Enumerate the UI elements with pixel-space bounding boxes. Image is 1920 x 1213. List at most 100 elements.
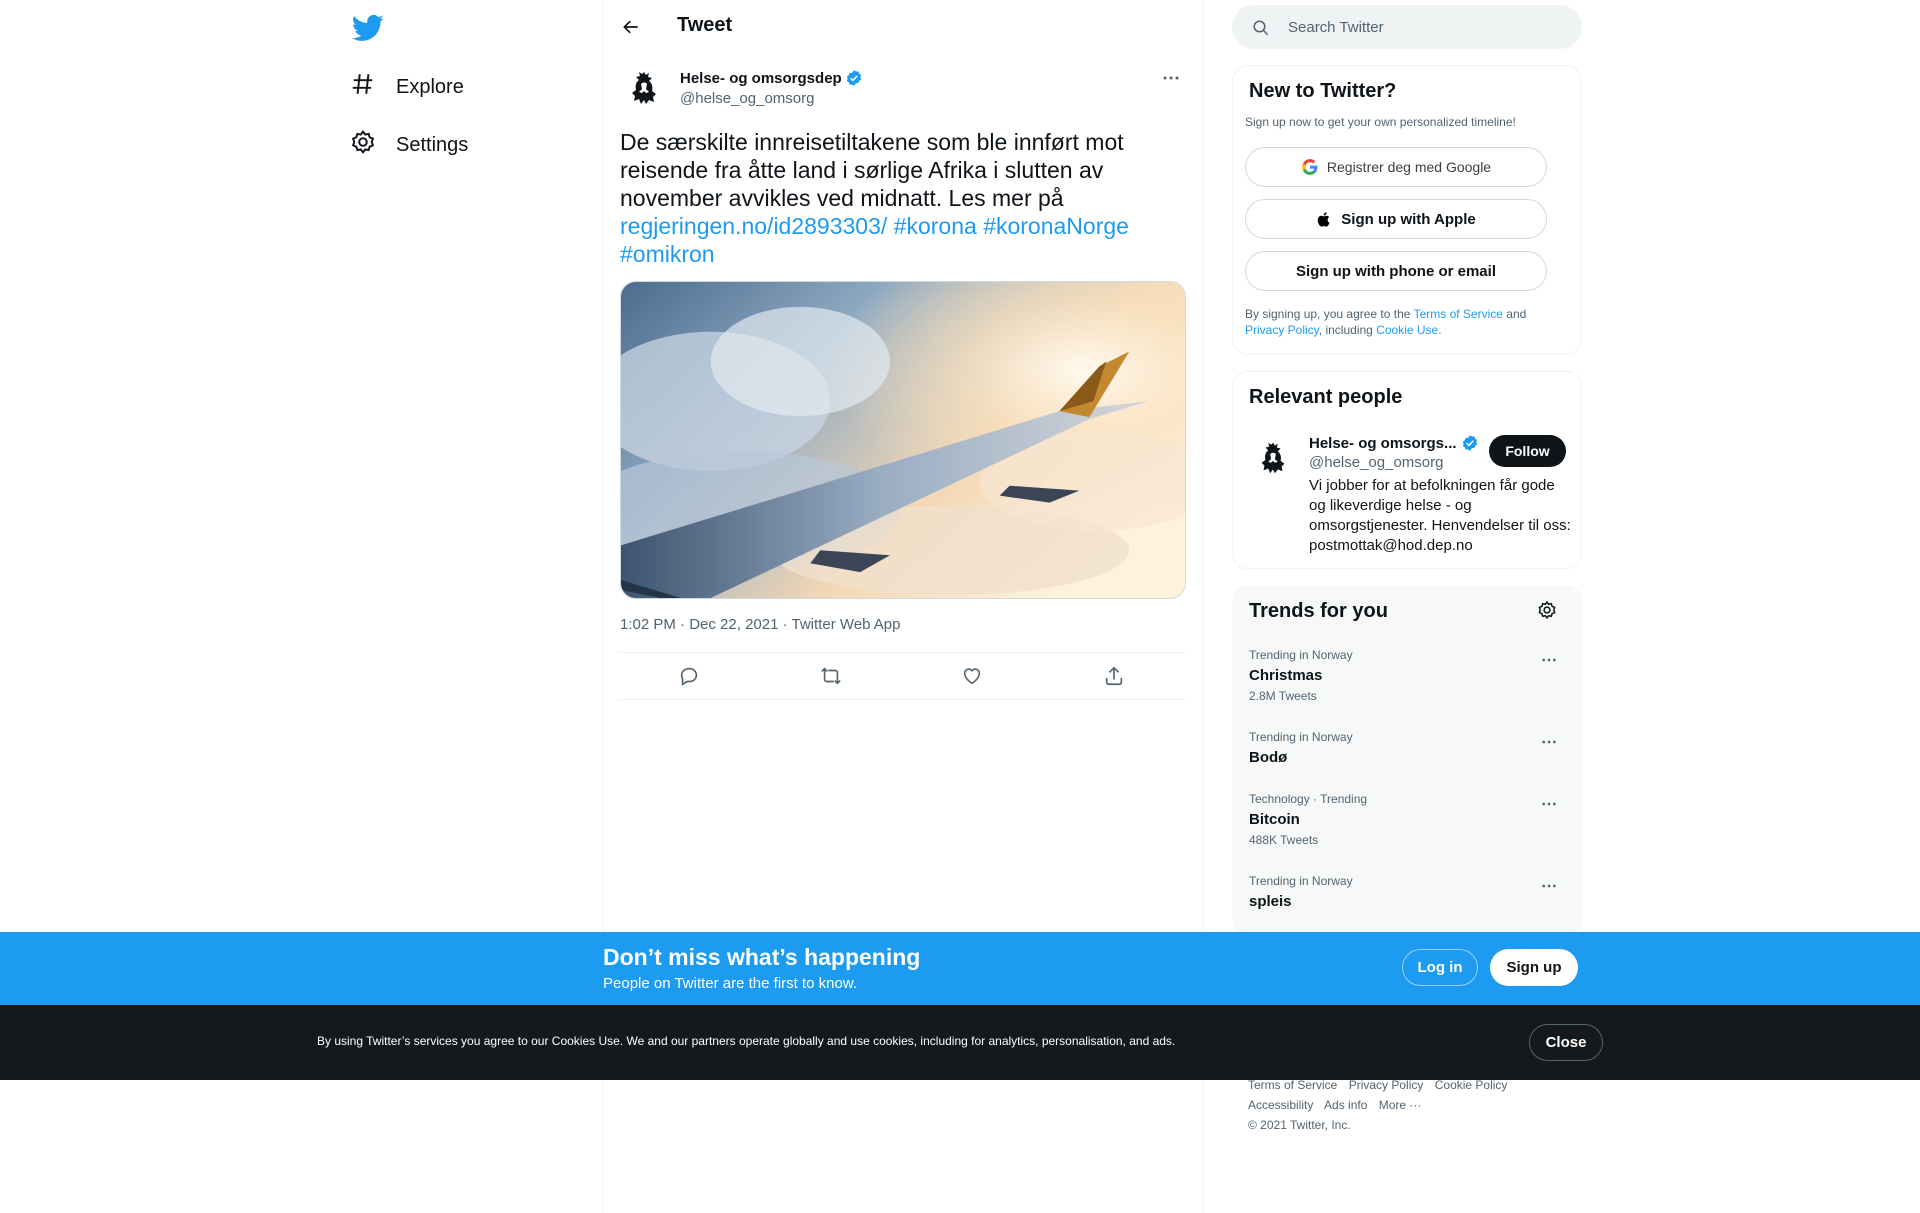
- footer-link-ads[interactable]: Ads info: [1324, 1098, 1367, 1112]
- relevant-people-title: Relevant people: [1249, 386, 1403, 408]
- cookie-use-link[interactable]: Cookie Use.: [1376, 323, 1441, 337]
- reply-icon: [680, 667, 698, 686]
- signup-legal-text: By signing up, you agree to the Terms of…: [1245, 306, 1565, 338]
- footer-links: Terms of Service Privacy Policy Cookie P…: [1248, 1075, 1568, 1135]
- search-box[interactable]: [1232, 5, 1582, 49]
- more-options-button[interactable]: [1156, 68, 1186, 88]
- trend-meta: Trending in Norway: [1249, 874, 1353, 888]
- hashtag-link[interactable]: #omikron: [620, 241, 715, 267]
- more-dots-icon: [1542, 802, 1556, 806]
- hashtag-link[interactable]: #korona: [894, 213, 977, 239]
- person-handle[interactable]: @helse_og_omsorg: [1309, 454, 1443, 471]
- legal-text: , including: [1318, 323, 1373, 337]
- trend-meta: Trending in Norway: [1249, 648, 1353, 662]
- footer-link-terms[interactable]: Terms of Service: [1248, 1078, 1337, 1092]
- login-banner: Don’t miss what’s happening People on Tw…: [0, 932, 1920, 1005]
- trends-title: Trends for you: [1249, 600, 1388, 622]
- banner-subtitle: People on Twitter are the first to know.: [603, 975, 858, 992]
- search-icon: [1253, 20, 1269, 36]
- coat-of-arms-lion-icon: [1261, 442, 1285, 474]
- tweet-image[interactable]: [620, 281, 1186, 599]
- footer-link-privacy[interactable]: Privacy Policy: [1349, 1078, 1424, 1092]
- tweet-action-bar: [620, 652, 1186, 700]
- trend-name: Christmas: [1249, 667, 1323, 684]
- google-signup-label: Registrer deg med Google: [1326, 159, 1492, 175]
- tweet-date[interactable]: Dec 22, 2021: [689, 616, 778, 633]
- footer-link-accessibility[interactable]: Accessibility: [1248, 1098, 1313, 1112]
- follow-button[interactable]: Follow: [1489, 435, 1566, 467]
- apple-signup-label: Sign up with Apple: [1341, 210, 1476, 228]
- author-name[interactable]: Helse- og omsorgsdep: [680, 69, 863, 87]
- reply-button[interactable]: [678, 665, 702, 689]
- avatar[interactable]: [1249, 434, 1297, 482]
- trend-more-button[interactable]: [1541, 876, 1561, 892]
- terms-link[interactable]: Terms of Service: [1414, 307, 1503, 321]
- more-dots-icon: [1163, 76, 1179, 80]
- like-icon: [963, 668, 981, 685]
- share-icon: [1105, 666, 1123, 686]
- author-name-text: Helse- og omsorgsdep: [680, 69, 842, 87]
- author-handle[interactable]: @helse_og_omsorg: [680, 90, 814, 107]
- privacy-link[interactable]: Privacy Policy: [1245, 323, 1319, 337]
- copyright: © 2021 Twitter, Inc.: [1248, 1118, 1351, 1132]
- hashtag-link[interactable]: #koronaNorge: [983, 213, 1129, 239]
- login-button[interactable]: Log in: [1402, 949, 1478, 986]
- tweet-link[interactable]: regjeringen.no/id2893303/: [620, 213, 887, 239]
- tweet-source[interactable]: Twitter Web App: [792, 616, 901, 633]
- nav-item-label: Settings: [396, 133, 469, 156]
- legal-text: and: [1506, 307, 1527, 321]
- trend-meta: Technology · Trending: [1249, 792, 1368, 806]
- twitter-bird-icon[interactable]: [351, 12, 384, 44]
- verified-badge-icon: [1462, 435, 1477, 451]
- footer-link-more[interactable]: More ···: [1379, 1098, 1422, 1112]
- trend-more-button[interactable]: [1541, 794, 1561, 810]
- search-input[interactable]: [1288, 5, 1568, 49]
- verified-badge-icon: [846, 70, 861, 86]
- person-bio: Vi jobber for at befolkningen får gode o…: [1309, 477, 1571, 554]
- back-button[interactable]: [614, 10, 648, 44]
- trend-name: Bodø: [1249, 749, 1288, 766]
- trend-count: 2.8M Tweets: [1249, 689, 1317, 703]
- tweet-time[interactable]: 1:02 PM: [620, 616, 676, 633]
- arrow-left-icon: [623, 20, 638, 34]
- trend-more-button[interactable]: [1541, 650, 1561, 666]
- trend-meta: Trending in Norway: [1249, 730, 1353, 744]
- cookie-close-button[interactable]: Close: [1529, 1024, 1603, 1061]
- gear-icon: [350, 129, 376, 161]
- legal-text: By signing up, you agree to the: [1245, 307, 1411, 321]
- phone-email-signup-button[interactable]: Sign up with phone or email: [1245, 251, 1547, 291]
- person-name[interactable]: Helse- og omsorgs...: [1309, 434, 1479, 452]
- relevant-people-card: Relevant people Helse- og omsorgs... @he…: [1232, 371, 1582, 569]
- google-signup-button[interactable]: Registrer deg med Google: [1245, 147, 1547, 187]
- retweet-icon: [821, 667, 841, 685]
- trends-settings-button[interactable]: [1537, 600, 1561, 624]
- apple-signup-button[interactable]: Sign up with Apple: [1245, 199, 1547, 239]
- nav-item-explore[interactable]: Explore: [350, 63, 464, 111]
- retweet-button[interactable]: [820, 665, 844, 689]
- signup-button[interactable]: Sign up: [1490, 949, 1578, 986]
- person-name-text: Helse- og omsorgs...: [1309, 434, 1457, 452]
- signup-card-title: New to Twitter?: [1249, 80, 1397, 102]
- share-button[interactable]: [1103, 665, 1127, 689]
- coat-of-arms-lion-icon: [632, 72, 656, 104]
- apple-logo-icon: [1318, 211, 1330, 227]
- footer-link-cookie[interactable]: Cookie Policy: [1435, 1078, 1508, 1092]
- hashtag-icon: [350, 71, 376, 103]
- trend-name: spleis: [1249, 893, 1292, 910]
- page-title: Tweet: [677, 14, 733, 36]
- tweet-author: Helse- og omsorgsdep @helse_og_omsorg: [620, 62, 1186, 112]
- tweet-body: De særskilte innreisetiltakene som ble i…: [620, 129, 1124, 211]
- phone-signup-label: Sign up with phone or email: [1295, 262, 1496, 280]
- tweet-timestamp: 1:02 PM · Dec 22, 2021 · Twitter Web App: [620, 616, 901, 633]
- nav-item-settings[interactable]: Settings: [350, 121, 468, 169]
- trend-name: Bitcoin: [1249, 811, 1300, 828]
- trend-more-button[interactable]: [1541, 732, 1561, 748]
- cookie-consent-bar: By using Twitter’s services you agree to…: [0, 1005, 1920, 1080]
- nav-item-label: Explore: [396, 75, 464, 98]
- signup-card-subtitle: Sign up now to get your own personalized…: [1245, 115, 1516, 129]
- google-logo-icon: [1302, 159, 1318, 175]
- avatar[interactable]: [620, 64, 668, 112]
- like-button[interactable]: [961, 665, 985, 689]
- more-dots-icon: [1542, 658, 1556, 662]
- gear-icon: [1538, 600, 1556, 620]
